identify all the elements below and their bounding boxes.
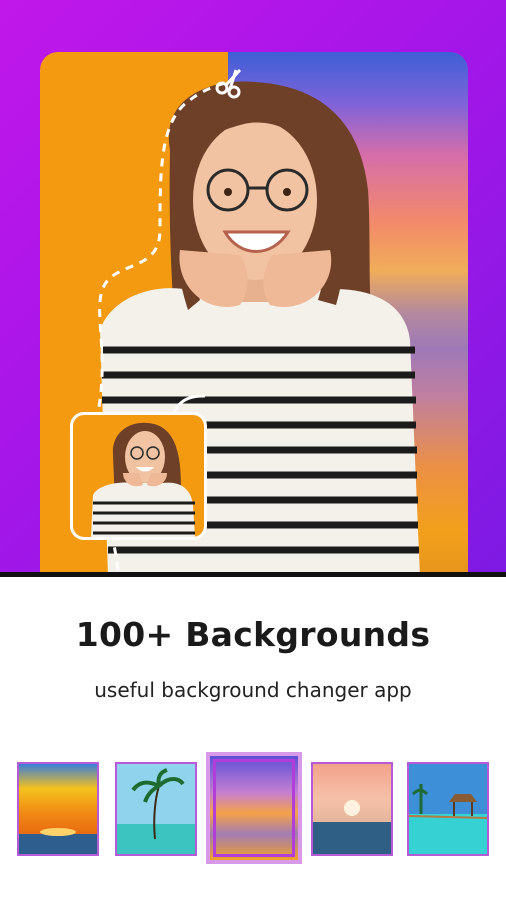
page-subtitle: useful background changer app (94, 678, 412, 702)
palm-tree-lagoon-image (117, 764, 195, 854)
background-option-palm-lagoon[interactable] (115, 762, 197, 856)
background-option-tropical-pier[interactable] (407, 762, 489, 856)
background-option-purple-sunset[interactable] (206, 752, 302, 864)
original-photo-thumbnail[interactable] (70, 412, 207, 540)
background-option-golden-sunset[interactable] (17, 762, 99, 856)
golden-sunset-sea-image (19, 764, 97, 854)
tropical-pier-image (409, 764, 487, 854)
purple-sunset-sea-image (210, 756, 298, 860)
thumbnail-person (91, 422, 195, 537)
page-title: 100+ Backgrounds (75, 615, 431, 654)
hero-bottom-border (0, 572, 506, 577)
hero-banner (0, 0, 506, 577)
background-option-pink-sun[interactable] (311, 762, 393, 856)
pink-sun-ocean-image (313, 764, 391, 854)
